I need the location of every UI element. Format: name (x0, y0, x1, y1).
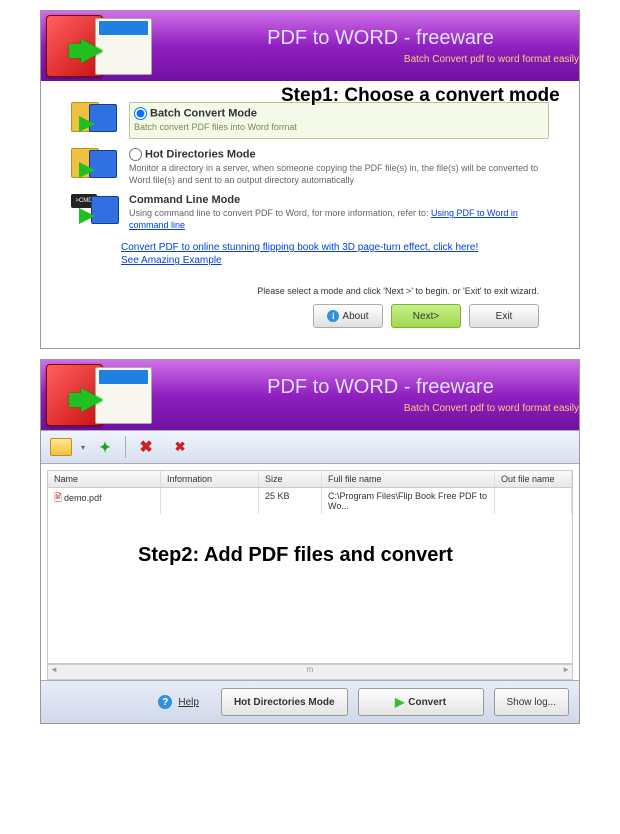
app-subtitle: Batch Convert pdf to word format easily (182, 54, 579, 65)
app-title: PDF to WORD - freeware (182, 376, 579, 399)
wizard-window-step1: PDF to WORD - freeware Batch Convert pdf… (40, 10, 580, 349)
add-folder-button[interactable]: ✦ (91, 435, 119, 459)
file-name: demo.pdf (64, 493, 102, 503)
file-size: 25 KB (259, 488, 322, 514)
col-out[interactable]: Out file name (495, 471, 572, 487)
separator (125, 436, 126, 458)
col-full[interactable]: Full file name (322, 471, 495, 487)
add-file-button[interactable] (47, 435, 75, 459)
about-button[interactable]: iAbout (313, 304, 383, 328)
dropdown-icon[interactable]: ▾ (81, 443, 85, 452)
cmd-mode-icon: >CMD (71, 194, 121, 234)
file-grid-header: Name Information Size Full file name Out… (47, 470, 573, 488)
example-link[interactable]: See Amazing Example (121, 255, 549, 266)
show-log-button[interactable]: Show log... (494, 688, 569, 716)
toolbar: ▾ ✦ ✖ ✖ (41, 430, 579, 464)
app-logo (46, 11, 152, 81)
hot-mode-icon (71, 148, 121, 188)
main-window-step2: PDF to WORD - freeware Batch Convert pdf… (40, 359, 580, 724)
batch-mode-icon (71, 102, 121, 142)
app-header: PDF to WORD - freeware Batch Convert pdf… (41, 11, 579, 81)
exit-button[interactable]: Exit (469, 304, 539, 328)
app-header: PDF to WORD - freeware Batch Convert pdf… (41, 360, 579, 430)
mode-selection-panel: Step1: Choose a convert mode Batch Conve… (41, 81, 579, 348)
help-icon: ? (158, 695, 172, 709)
mode-desc: Using command line to convert PDF to Wor… (129, 208, 549, 231)
play-icon: ▶ (395, 695, 404, 709)
col-name[interactable]: Name (48, 471, 161, 487)
col-size[interactable]: Size (259, 471, 322, 487)
pdf-icon: 🖹 (54, 493, 62, 504)
batch-mode-radio[interactable] (134, 107, 147, 120)
remove-all-icon: ✖ (175, 439, 186, 455)
footer-bar: ?Help Hot Directories Mode ▶Convert Show… (41, 680, 579, 723)
file-grid-body[interactable]: 🖹demo.pdf 25 KB C:\Program Files\Flip Bo… (47, 488, 573, 664)
col-info[interactable]: Information (161, 471, 259, 487)
mode-row-cmd[interactable]: >CMD Command Line Mode Using command lin… (71, 194, 549, 234)
mode-title: Batch Convert Mode (150, 107, 257, 119)
remove-icon: ✖ (139, 437, 152, 457)
app-logo (46, 360, 152, 430)
remove-all-button[interactable]: ✖ (166, 435, 194, 459)
help-button[interactable]: ?Help (146, 689, 211, 715)
plus-icon: ✦ (99, 439, 111, 456)
hot-mode-radio[interactable] (129, 148, 142, 161)
remove-button[interactable]: ✖ (132, 435, 160, 459)
mode-title: Hot Directories Mode (145, 148, 256, 160)
mode-row-batch[interactable]: Batch Convert Mode Batch convert PDF fil… (71, 102, 549, 142)
step2-overlay-label: Step2: Add PDF files and convert (138, 543, 538, 567)
mode-row-hot[interactable]: Hot Directories Mode Monitor a directory… (71, 148, 549, 188)
mode-desc: Monitor a directory in a server, when so… (129, 163, 549, 186)
table-row[interactable]: 🖹demo.pdf 25 KB C:\Program Files\Flip Bo… (48, 488, 572, 514)
flipbook-link[interactable]: Convert PDF to online stunning flipping … (121, 242, 549, 253)
app-title: PDF to WORD - freeware (182, 27, 579, 50)
file-info (161, 488, 259, 514)
app-subtitle: Batch Convert pdf to word format easily (182, 403, 579, 414)
file-out (495, 488, 572, 514)
convert-button[interactable]: ▶Convert (358, 688, 484, 716)
mode-title: Command Line Mode (129, 194, 549, 206)
horizontal-scrollbar[interactable]: m (47, 664, 573, 680)
mode-desc: Batch convert PDF files into Word format (134, 122, 544, 134)
next-button[interactable]: Next> (391, 304, 461, 328)
hot-directories-button[interactable]: Hot Directories Mode (221, 688, 348, 716)
info-icon: i (327, 310, 339, 322)
folder-icon (50, 438, 72, 456)
wizard-prompt: Please select a mode and click 'Next >' … (81, 286, 539, 296)
file-full: C:\Program Files\Flip Book Free PDF to W… (322, 488, 495, 514)
